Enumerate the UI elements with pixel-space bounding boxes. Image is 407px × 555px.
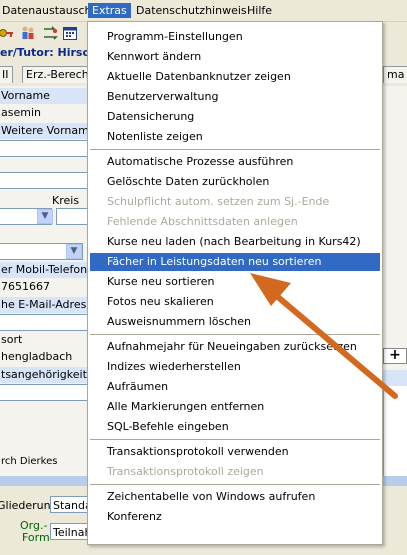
extras-menu: Programm-Einstellungen Kennwort ändern Akt… bbox=[87, 21, 383, 545]
vorname-value[interactable]: asemin bbox=[1, 106, 41, 119]
vorname-label: Vorname bbox=[1, 89, 50, 102]
menu-item[interactable]: Fächer in Leistungsdaten neu sortieren bbox=[90, 253, 380, 271]
tab-erz-berecht[interactable]: Erz.-Berecht bbox=[22, 66, 98, 83]
list-area[interactable] bbox=[383, 386, 407, 476]
menu-datenschutzhinweis[interactable]: Datenschutzhinweis bbox=[132, 3, 251, 18]
menu-item[interactable]: Fotos neu skalieren bbox=[90, 293, 380, 311]
menu-item[interactable]: Aktuelle Datenbanknutzer zeigen bbox=[90, 68, 380, 86]
strasse-field[interactable] bbox=[0, 172, 88, 189]
geburtsort-label: sort bbox=[1, 333, 23, 346]
weitere-vornamen-field[interactable] bbox=[0, 140, 88, 157]
author-text: rch Dierkes bbox=[1, 456, 58, 467]
mobil-telefon-value[interactable]: 7651667 bbox=[1, 280, 50, 293]
tab-ma[interactable]: ma bbox=[383, 66, 407, 83]
menu-item[interactable]: Ausweisnummern löschen bbox=[90, 313, 380, 331]
menu-separator bbox=[90, 439, 380, 440]
menu-item[interactable]: Gelöschte Daten zurückholen bbox=[90, 173, 380, 191]
staatsangehoerigkeit-label: tsangehörigkeit bbox=[1, 368, 87, 381]
people-icon[interactable] bbox=[20, 25, 36, 41]
menu-item[interactable]: Kurse neu sortieren bbox=[90, 273, 380, 291]
menu-item[interactable]: Zeichentabelle von Windows aufrufen bbox=[90, 488, 380, 506]
calendar-icon[interactable] bbox=[62, 25, 78, 41]
email-label: he E-Mail-Adresse bbox=[1, 298, 99, 311]
menu-separator bbox=[90, 484, 380, 485]
email-field[interactable] bbox=[0, 314, 88, 331]
form-label: Form bbox=[22, 531, 50, 544]
gliederung-label: Gliederung bbox=[0, 499, 58, 512]
menu-item[interactable]: Transaktionsprotokoll verwenden bbox=[90, 443, 380, 461]
select-dropdown-button[interactable]: ▼ bbox=[66, 244, 82, 259]
menu-datenaustausch[interactable]: Datenaustausch bbox=[0, 3, 95, 18]
add-button[interactable]: + bbox=[383, 348, 407, 364]
menu-item[interactable]: Indizes wiederherstellen bbox=[90, 358, 380, 376]
menu-item[interactable]: Kurse neu laden (nach Bearbeitung in Kur… bbox=[90, 233, 380, 251]
menu-item: Fehlende Abschnittsdaten anlegen bbox=[107, 215, 298, 228]
staatsangehoerigkeit-field[interactable] bbox=[0, 384, 88, 401]
menu-item[interactable]: Aufräumen bbox=[90, 378, 380, 396]
menu-separator bbox=[90, 334, 380, 335]
menu-item[interactable]: Datensicherung bbox=[90, 108, 380, 126]
menu-item: Schulpflicht autom. setzen zum Sj.-Ende bbox=[107, 195, 330, 208]
transfer-icon[interactable] bbox=[42, 25, 58, 41]
menu-item[interactable]: Aufnahmejahr für Neueingaben zurücksetze… bbox=[90, 338, 380, 356]
menu-item[interactable]: Kennwort ändern bbox=[90, 48, 380, 66]
menu-hilfe[interactable]: Hilfe bbox=[243, 3, 276, 18]
menu-separator bbox=[90, 149, 380, 150]
menu-item[interactable]: Programm-Einstellungen bbox=[90, 28, 380, 46]
menu-item[interactable]: SQL-Befehle eingeben bbox=[90, 418, 380, 436]
kreis-label: Kreis bbox=[52, 194, 80, 207]
menu-item: Transaktionsprotokoll zeigen bbox=[107, 465, 264, 478]
list-header bbox=[383, 370, 407, 386]
geburtsort-value[interactable]: hengladbach bbox=[1, 350, 72, 363]
menu-extras[interactable]: Extras bbox=[88, 3, 131, 18]
gliederung-field[interactable]: Standa bbox=[50, 496, 90, 513]
menu-item[interactable]: Alle Markierungen entfernen bbox=[90, 398, 380, 416]
tab-ii[interactable]: II bbox=[0, 66, 13, 83]
org-form-field[interactable]: Teilnah bbox=[50, 523, 90, 540]
menu-item[interactable]: Notenliste zeigen bbox=[90, 128, 380, 146]
kreis-dropdown-button[interactable]: ▼ bbox=[37, 209, 53, 224]
key-icon[interactable] bbox=[0, 25, 14, 41]
menubar: Datenaustausch Extras Datenschutzhinweis… bbox=[0, 0, 407, 22]
menu-item[interactable]: Konferenz bbox=[90, 508, 380, 526]
menu-item[interactable]: Automatische Prozesse ausführen bbox=[90, 153, 380, 171]
menu-item[interactable]: Benutzerverwaltung bbox=[90, 88, 380, 106]
mobil-telefon-label: er Mobil-Telefon bbox=[1, 263, 88, 276]
kreis-field[interactable] bbox=[56, 208, 88, 225]
